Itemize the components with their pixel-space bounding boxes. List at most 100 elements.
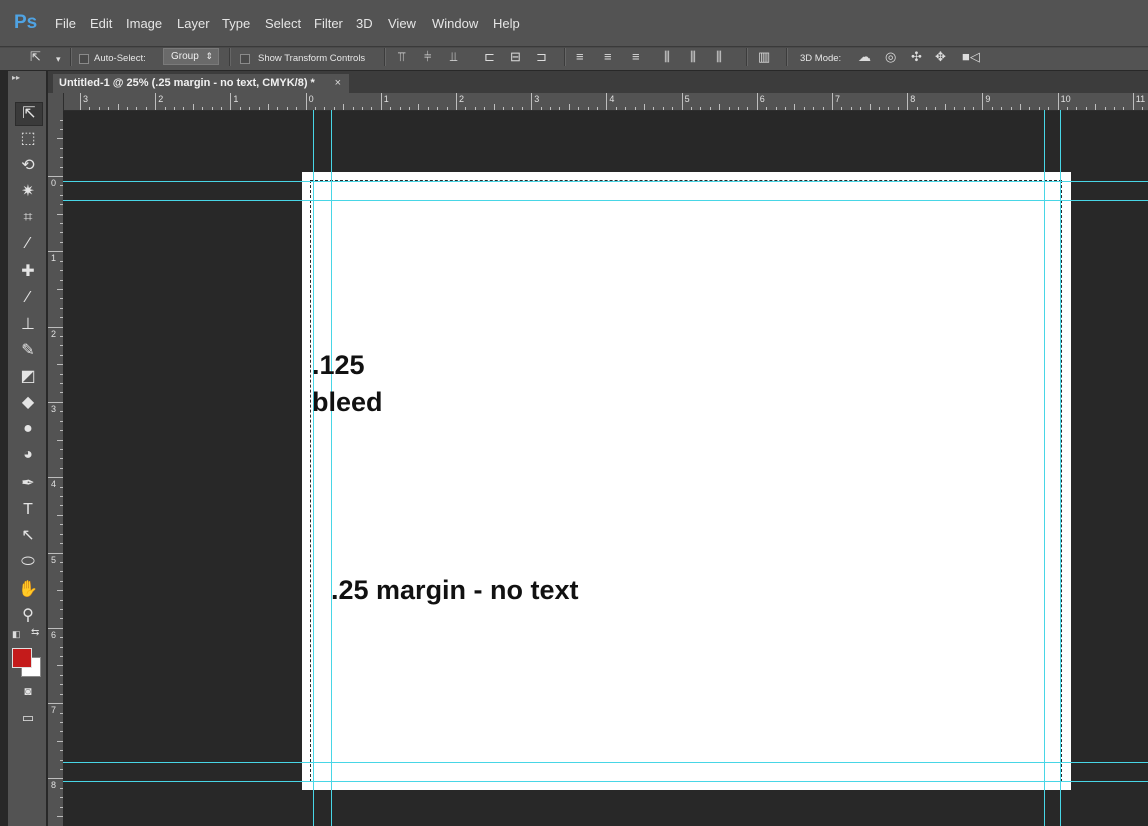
distribute-left-icon[interactable]: ⫼ bbox=[664, 49, 670, 65]
auto-select-target-dropdown[interactable]: Group ⇕ bbox=[163, 48, 219, 65]
default-colors-icon[interactable]: ◧ bbox=[12, 629, 21, 640]
menu-file[interactable]: File bbox=[55, 16, 76, 31]
align-bottom-icon[interactable]: ⫫ bbox=[450, 49, 457, 65]
3d-orbit-icon[interactable]: ☁ bbox=[858, 49, 871, 65]
ruler-minor-tick bbox=[89, 107, 91, 110]
ruler-minor-tick bbox=[333, 107, 335, 110]
show-transform-checkbox[interactable] bbox=[240, 54, 250, 64]
zoom-tool-icon[interactable]: ⚲ bbox=[15, 605, 41, 627]
ruler-major-tick bbox=[48, 176, 63, 177]
crop-tool-icon[interactable]: ⌗ bbox=[15, 207, 41, 229]
horizontal-ruler[interactable]: 3 2 1 0 1 2 3 4 5 6 7 8 9 10 11 bbox=[63, 93, 1148, 111]
menu-3d[interactable]: 3D bbox=[356, 16, 373, 31]
align-vertical-center-icon[interactable]: ⫩ bbox=[424, 49, 431, 65]
menu-view[interactable]: View bbox=[388, 16, 416, 31]
auto-select-checkbox[interactable] bbox=[79, 54, 89, 64]
eraser-tool-icon[interactable]: ◩ bbox=[15, 366, 41, 388]
menu-edit[interactable]: Edit bbox=[90, 16, 112, 31]
dodge-tool-icon[interactable]: ◕ bbox=[15, 444, 41, 466]
guide-vertical[interactable] bbox=[1060, 110, 1061, 826]
menu-type[interactable]: Type bbox=[222, 16, 250, 31]
menu-layer[interactable]: Layer bbox=[177, 16, 210, 31]
clone-stamp-tool-icon[interactable]: ⊥ bbox=[15, 314, 41, 336]
close-icon[interactable]: × bbox=[335, 77, 341, 89]
swap-colors-icon[interactable]: ⇆ bbox=[31, 627, 39, 638]
eyedropper-tool-icon[interactable]: ⁄ bbox=[15, 233, 41, 255]
lasso-tool-icon[interactable]: ⟲ bbox=[15, 155, 41, 177]
ruler-minor-tick bbox=[1067, 107, 1068, 110]
ruler-label: 3 bbox=[534, 94, 540, 104]
divider bbox=[229, 48, 231, 66]
guide-horizontal[interactable] bbox=[63, 762, 1148, 763]
ruler-minor-tick bbox=[662, 107, 664, 110]
ruler-minor-tick bbox=[550, 107, 551, 110]
pen-tool-icon[interactable]: ✒ bbox=[15, 473, 41, 495]
ruler-minor-tick bbox=[578, 107, 580, 110]
paint-bucket-tool-icon[interactable]: ◆ bbox=[15, 392, 41, 414]
ruler-minor-tick bbox=[747, 107, 749, 110]
blur-tool-icon[interactable]: ● bbox=[15, 418, 41, 440]
chevron-down-icon[interactable]: ▾ bbox=[56, 51, 61, 67]
ruler-label: 2 bbox=[459, 94, 465, 104]
distribute-vertical-center-icon[interactable]: ≡ bbox=[604, 49, 612, 65]
distribute-right-icon[interactable]: ⫼ bbox=[716, 49, 722, 65]
ellipse-tool-icon[interactable]: ⬭ bbox=[15, 551, 41, 573]
guide-horizontal[interactable] bbox=[63, 181, 1148, 182]
ruler-major-tick bbox=[380, 93, 382, 110]
align-left-icon[interactable]: ⊏ bbox=[484, 49, 495, 65]
vertical-ruler[interactable]: 0 1 2 3 4 5 6 7 8 bbox=[48, 93, 64, 826]
ruler-minor-tick bbox=[672, 107, 674, 110]
history-brush-tool-icon[interactable]: ✎ bbox=[15, 340, 41, 362]
ruler-minor-tick bbox=[813, 107, 815, 110]
quick-mask-icon[interactable]: ◙ bbox=[15, 680, 41, 702]
move-tool-preset-icon[interactable]: ⇱ bbox=[30, 49, 41, 65]
distribute-bottom-icon[interactable]: ≡ bbox=[632, 49, 640, 65]
ruler-label: 2 bbox=[51, 328, 57, 339]
guide-vertical[interactable] bbox=[331, 110, 332, 826]
hand-tool-icon[interactable]: ✋ bbox=[15, 579, 41, 601]
healing-brush-tool-icon[interactable]: ✚ bbox=[15, 261, 41, 283]
marquee-tool-icon[interactable]: ⬚ bbox=[15, 128, 41, 150]
guide-vertical[interactable] bbox=[1044, 110, 1045, 826]
ruler-label: 6 bbox=[51, 629, 57, 640]
distribute-horizontal-center-icon[interactable]: ⫼ bbox=[690, 49, 696, 65]
ruler-minor-tick bbox=[963, 107, 965, 110]
panel-collapse-icon[interactable]: ▸▸ bbox=[12, 73, 20, 82]
path-selection-tool-icon[interactable]: ↖ bbox=[15, 525, 41, 547]
screen-mode-icon[interactable]: ▭ bbox=[15, 707, 41, 729]
guide-horizontal[interactable] bbox=[63, 781, 1148, 782]
align-horizontal-center-icon[interactable]: ⊟ bbox=[510, 49, 521, 65]
menu-filter[interactable]: Filter bbox=[314, 16, 343, 31]
brush-tool-icon[interactable]: ⁄ bbox=[15, 287, 41, 309]
menu-help[interactable]: Help bbox=[493, 16, 520, 31]
ruler-label: 3 bbox=[51, 403, 57, 414]
ruler-major-tick bbox=[48, 778, 63, 780]
bleed-label: .125 bleed bbox=[312, 347, 383, 421]
guide-vertical[interactable] bbox=[313, 110, 314, 826]
ruler-minor-tick bbox=[615, 107, 617, 110]
ruler-label: 5 bbox=[51, 554, 57, 565]
auto-align-layers-icon[interactable]: ▥ bbox=[758, 49, 770, 65]
guide-horizontal[interactable] bbox=[63, 200, 1148, 201]
ruler-minor-tick bbox=[719, 104, 721, 110]
3d-scale-icon[interactable]: ■◁ bbox=[962, 49, 980, 65]
3d-roll-icon[interactable]: ◎ bbox=[885, 49, 896, 65]
distribute-top-icon[interactable]: ≡ bbox=[576, 49, 584, 65]
magic-wand-tool-icon[interactable]: ✷ bbox=[15, 181, 41, 203]
3d-pan-icon[interactable]: ✣ bbox=[911, 49, 922, 65]
ruler-major-tick bbox=[606, 93, 608, 110]
menu-window[interactable]: Window bbox=[432, 16, 478, 31]
foreground-color-swatch[interactable] bbox=[12, 648, 32, 668]
ruler-minor-tick bbox=[474, 107, 476, 110]
bleed-label-line2: bleed bbox=[312, 387, 383, 417]
type-tool-icon[interactable]: T bbox=[15, 499, 41, 521]
menu-select[interactable]: Select bbox=[265, 16, 301, 31]
document-tab[interactable]: Untitled-1 @ 25% (.25 margin - no text, … bbox=[53, 74, 349, 93]
3d-slide-icon[interactable]: ✥ bbox=[935, 49, 946, 65]
menu-image[interactable]: Image bbox=[126, 16, 162, 31]
move-tool-icon[interactable]: ⇱ bbox=[15, 102, 43, 126]
align-right-icon[interactable]: ⊐ bbox=[536, 49, 547, 65]
align-top-icon[interactable]: ⫪ bbox=[398, 49, 405, 65]
ruler-label: 2 bbox=[158, 94, 164, 104]
ruler-minor-tick bbox=[521, 107, 523, 110]
